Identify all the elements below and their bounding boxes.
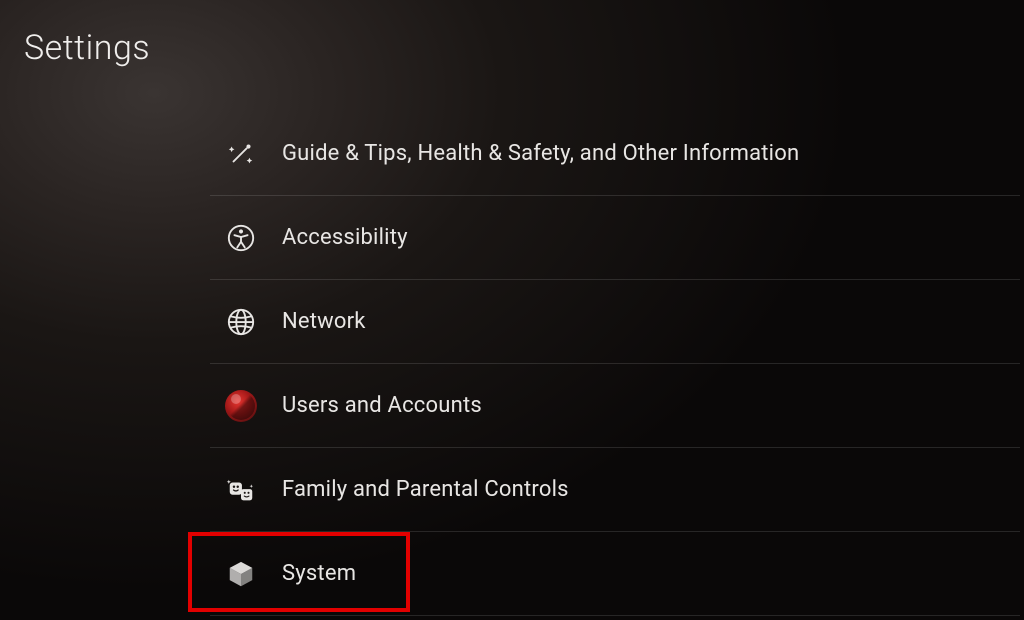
family-icon: [224, 473, 258, 507]
menu-item-system[interactable]: System: [210, 532, 1020, 616]
menu-item-guide[interactable]: Guide & Tips, Health & Safety, and Other…: [210, 112, 1020, 196]
page-title: Settings: [24, 28, 150, 68]
globe-icon: [224, 305, 258, 339]
cube-icon: [224, 557, 258, 591]
menu-item-label: System: [282, 561, 356, 586]
wand-icon: [224, 137, 258, 171]
menu-item-label: Users and Accounts: [282, 393, 482, 418]
avatar-icon: [224, 389, 258, 423]
accessibility-icon: [224, 221, 258, 255]
menu-item-accessibility[interactable]: Accessibility: [210, 196, 1020, 280]
menu-item-label: Accessibility: [282, 225, 408, 250]
menu-item-label: Family and Parental Controls: [282, 477, 569, 502]
menu-item-label: Guide & Tips, Health & Safety, and Other…: [282, 141, 799, 166]
menu-item-family[interactable]: Family and Parental Controls: [210, 448, 1020, 532]
menu-item-network[interactable]: Network: [210, 280, 1020, 364]
menu-item-users[interactable]: Users and Accounts: [210, 364, 1020, 448]
settings-menu: Guide & Tips, Health & Safety, and Other…: [210, 112, 1020, 616]
menu-item-label: Network: [282, 309, 366, 334]
